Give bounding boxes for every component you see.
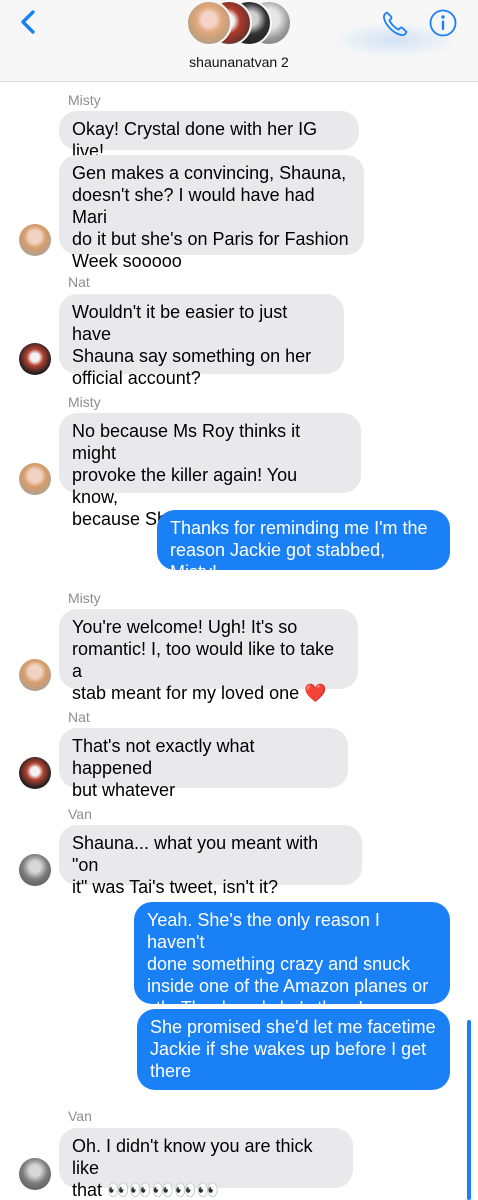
message-bubble-incoming[interactable]: That's not exactly what happened but wha… <box>59 728 348 800</box>
message-bubble-incoming[interactable]: Okay! Crystal done with her IG live! <box>59 111 359 161</box>
sender-name: Misty <box>68 92 101 108</box>
avatar[interactable] <box>19 757 51 789</box>
sender-name: Nat <box>68 709 90 725</box>
message-bubble-incoming[interactable]: No because Ms Roy thinks it might provok… <box>59 413 361 529</box>
message-bubble-outgoing[interactable]: She promised she'd let me facetime Jacki… <box>137 1009 450 1090</box>
group-avatar-stack[interactable] <box>186 0 292 46</box>
sender-name: Van <box>68 806 92 822</box>
conversation-header: shaunanatvan 2 <box>0 0 478 82</box>
message-bubble-outgoing[interactable]: Yeah. She's the only reason I haven't do… <box>134 902 450 1018</box>
avatar[interactable] <box>19 1158 51 1190</box>
avatar[interactable] <box>19 659 51 691</box>
message-bubble-incoming[interactable]: Gen makes a convincing, Shauna, doesn't … <box>59 155 364 271</box>
message-bubble-outgoing[interactable]: Thanks for reminding me I'm the reason J… <box>157 510 450 582</box>
sender-name: Misty <box>68 590 101 606</box>
sender-name: Misty <box>68 394 101 410</box>
avatar[interactable] <box>19 224 51 256</box>
avatar <box>186 0 232 46</box>
scrollbar[interactable] <box>467 1020 471 1200</box>
chevron-left-icon[interactable] <box>16 8 42 36</box>
message-bubble-incoming[interactable]: You're welcome! Ugh! It's so romantic! I… <box>59 609 358 703</box>
message-bubble-incoming[interactable]: Shauna... what you meant with "on it" wa… <box>59 825 362 897</box>
avatar[interactable] <box>19 343 51 375</box>
phone-icon[interactable] <box>380 9 410 39</box>
sender-name: Nat <box>68 274 90 290</box>
avatar[interactable] <box>19 854 51 886</box>
avatar[interactable] <box>19 463 51 495</box>
info-icon[interactable] <box>428 8 458 38</box>
message-bubble-incoming[interactable]: Oh. I didn't know you are thick like tha… <box>59 1128 353 1200</box>
sender-name: Van <box>68 1108 92 1124</box>
message-bubble-incoming[interactable]: Wouldn't it be easier to just have Shaun… <box>59 294 344 388</box>
